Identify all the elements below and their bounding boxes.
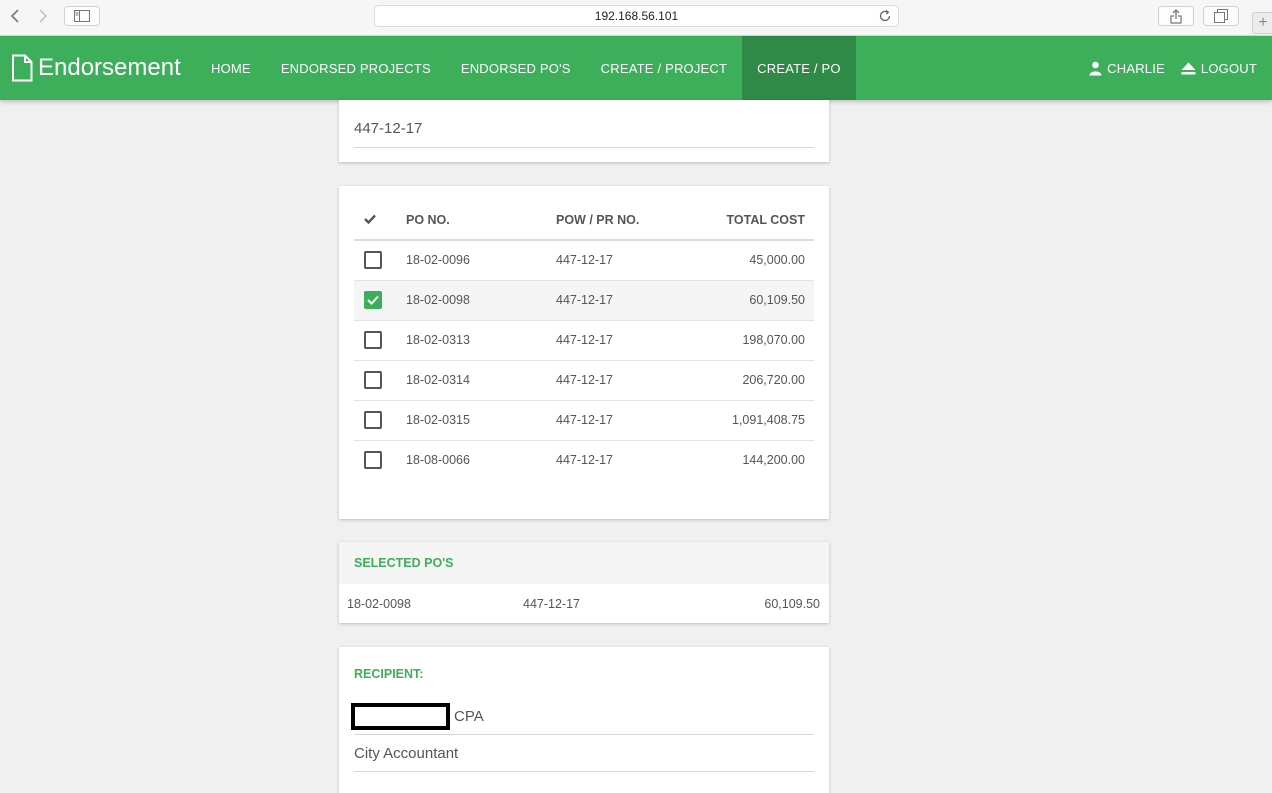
url-text: 192.168.56.101 bbox=[594, 9, 679, 23]
selected-pos-title: SELECTED PO'S bbox=[339, 542, 829, 584]
po-no-cell: 18-02-0315 bbox=[406, 400, 556, 441]
selected-pos-card: SELECTED PO'S 18-02-0098 447-12-17 60,10… bbox=[339, 542, 829, 623]
logout-label: LOGOUT bbox=[1200, 60, 1257, 76]
tabs-icon bbox=[1214, 9, 1228, 23]
recipient-title-field[interactable]: City Accountant bbox=[354, 745, 458, 762]
table-row[interactable]: 18-08-0066 447-12-17 144,200.00 bbox=[354, 440, 814, 480]
total-cost-cell: 1,091,408.75 bbox=[706, 400, 814, 441]
checkmark-icon bbox=[367, 295, 379, 305]
nav-endorsed-projects[interactable]: ENDORSED PROJECTS bbox=[266, 36, 446, 100]
pow-pr-no-cell: 447-12-17 bbox=[556, 240, 706, 281]
user-name: CHARLIE bbox=[1107, 60, 1165, 76]
nav-create-po[interactable]: CREATE / PO bbox=[742, 36, 856, 100]
po-list-card: PO NO. POW / PR NO. TOTAL COST 18-02-009… bbox=[339, 186, 829, 519]
eject-icon bbox=[1181, 62, 1196, 74]
table-row[interactable]: 18-02-0315 447-12-17 1,091,408.75 bbox=[354, 400, 814, 441]
total-cost-cell: 144,200.00 bbox=[742, 453, 805, 468]
selected-pow-pr-no: 447-12-17 bbox=[523, 597, 580, 611]
po-no-cell: 18-02-0313 bbox=[406, 320, 556, 361]
document-icon bbox=[12, 54, 33, 82]
po-table: PO NO. POW / PR NO. TOTAL COST 18-02-009… bbox=[354, 200, 814, 480]
new-tab-button[interactable]: + bbox=[1252, 12, 1272, 34]
total-cost-cell: 198,070.00 bbox=[706, 320, 814, 361]
total-cost-header: TOTAL COST bbox=[706, 200, 814, 241]
row-checkbox[interactable] bbox=[364, 371, 382, 389]
pow-pr-no-cell: 447-12-17 bbox=[556, 280, 706, 321]
total-cost-cell: 45,000.00 bbox=[706, 240, 814, 281]
po-no-cell: 18-02-0098 bbox=[406, 280, 556, 321]
chevron-right-icon bbox=[39, 9, 48, 23]
row-checkbox[interactable] bbox=[364, 451, 382, 470]
po-no-header: PO NO. bbox=[406, 200, 556, 241]
row-checkbox[interactable] bbox=[364, 331, 382, 349]
pow-pr-no-cell: 447-12-17 bbox=[556, 360, 706, 401]
recipient-card: RECIPIENT: CPA City Accountant bbox=[339, 647, 829, 793]
row-checkbox[interactable] bbox=[364, 411, 382, 429]
nav-home[interactable]: HOME bbox=[196, 36, 266, 100]
check-column-header bbox=[354, 200, 406, 241]
forward-button[interactable] bbox=[32, 6, 54, 26]
total-cost-cell: 60,109.50 bbox=[706, 280, 814, 321]
recipient-label: RECIPIENT: bbox=[354, 667, 424, 681]
back-button[interactable] bbox=[4, 6, 26, 26]
reload-icon[interactable] bbox=[878, 9, 892, 23]
app-navbar: Endorsement HOME ENDORSED PROJECTS ENDOR… bbox=[0, 36, 1272, 100]
address-bar[interactable]: 192.168.56.101 bbox=[374, 5, 899, 27]
brand[interactable]: Endorsement bbox=[0, 36, 196, 100]
checkmark-icon bbox=[364, 214, 376, 224]
project-field[interactable]: 447-12-17 bbox=[354, 120, 422, 137]
browser-toolbar: 192.168.56.101 + bbox=[0, 0, 1272, 36]
table-row[interactable]: 18-02-0313 447-12-17 198,070.00 bbox=[354, 320, 814, 361]
field-underline bbox=[354, 734, 814, 735]
table-row[interactable]: 18-02-0096 447-12-17 45,000.00 bbox=[354, 240, 814, 281]
table-header-row: PO NO. POW / PR NO. TOTAL COST bbox=[354, 200, 814, 241]
nav-create-project[interactable]: CREATE / PROJECT bbox=[586, 36, 742, 100]
po-no-cell: 18-08-0066 bbox=[406, 453, 470, 468]
logout-button[interactable]: LOGOUT bbox=[1173, 36, 1265, 100]
user-menu[interactable]: CHARLIE bbox=[1081, 36, 1173, 100]
sidebar-toggle-button[interactable] bbox=[64, 6, 100, 26]
sidebar-icon bbox=[74, 10, 90, 22]
tabs-overview-button[interactable] bbox=[1203, 6, 1239, 26]
nav-endorsed-pos[interactable]: ENDORSED PO'S bbox=[446, 36, 586, 100]
pow-pr-no-cell: 447-12-17 bbox=[556, 453, 613, 468]
total-cost-cell: 206,720.00 bbox=[706, 360, 814, 401]
recipient-name-field[interactable]: CPA bbox=[454, 708, 484, 725]
row-checkbox[interactable] bbox=[364, 291, 382, 309]
selected-po-no: 18-02-0098 bbox=[347, 597, 411, 611]
pow-pr-no-cell: 447-12-17 bbox=[556, 320, 706, 361]
po-no-cell: 18-02-0096 bbox=[406, 240, 556, 281]
po-no-cell: 18-02-0314 bbox=[406, 360, 556, 401]
pow-pr-no-cell: 447-12-17 bbox=[556, 400, 706, 441]
field-underline bbox=[354, 771, 814, 772]
pow-pr-no-header: POW / PR NO. bbox=[556, 200, 706, 241]
project-card: 447-12-17 bbox=[339, 100, 829, 162]
table-row[interactable]: 18-02-0314 447-12-17 206,720.00 bbox=[354, 360, 814, 401]
chevron-left-icon bbox=[10, 9, 19, 23]
table-row[interactable]: 18-02-0098 447-12-17 60,109.50 bbox=[354, 280, 814, 321]
share-button[interactable] bbox=[1158, 6, 1194, 26]
row-checkbox[interactable] bbox=[364, 251, 382, 270]
share-icon bbox=[1170, 8, 1182, 24]
brand-title: Endorsement bbox=[38, 54, 181, 81]
redacted-name-box bbox=[351, 703, 450, 730]
selected-total-cost: 60,109.50 bbox=[764, 597, 820, 611]
field-underline bbox=[354, 147, 814, 148]
user-icon bbox=[1089, 61, 1102, 75]
